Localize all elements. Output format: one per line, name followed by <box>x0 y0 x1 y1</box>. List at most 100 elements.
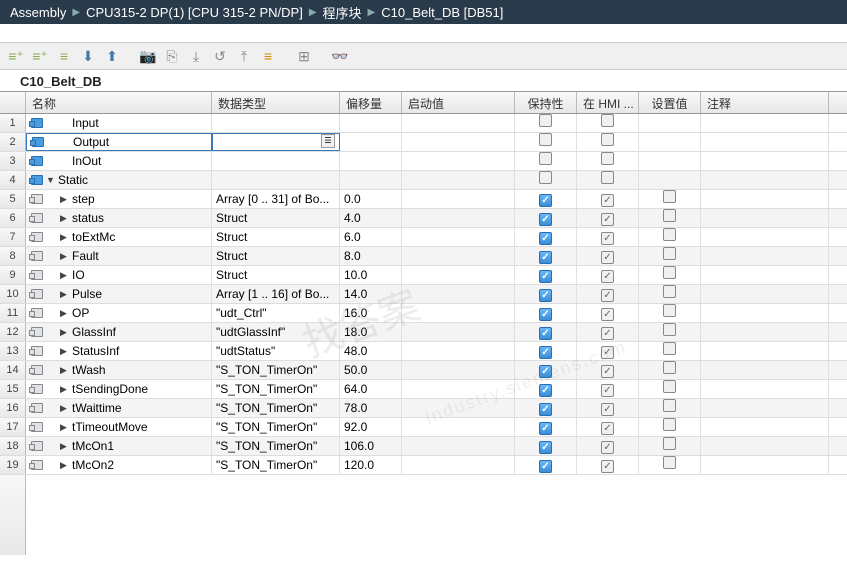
row-number[interactable]: 17 <box>0 418 26 436</box>
breadcrumb-item[interactable]: 程序块 <box>323 3 362 22</box>
row-number[interactable]: 7 <box>0 228 26 246</box>
cell-type[interactable]: "udtStatus" <box>212 342 340 360</box>
cell-comment[interactable] <box>701 133 829 151</box>
row-number[interactable]: 10 <box>0 285 26 303</box>
checkbox[interactable] <box>601 270 614 283</box>
cell-start[interactable] <box>402 323 515 341</box>
cell-retain[interactable] <box>515 247 577 265</box>
cell-hmi[interactable] <box>577 285 639 303</box>
init-start-icon[interactable]: ⤒ <box>234 46 254 66</box>
dropdown-icon[interactable]: ☰ <box>321 134 335 148</box>
checkbox[interactable] <box>539 346 552 359</box>
cell-retain[interactable] <box>515 152 577 170</box>
cell-offset[interactable]: 120.0 <box>340 456 402 474</box>
cell-offset[interactable] <box>340 171 402 189</box>
cell-start[interactable] <box>402 380 515 398</box>
cell-start[interactable] <box>402 266 515 284</box>
cell-type[interactable]: Struct <box>212 266 340 284</box>
cell-type[interactable]: "S_TON_TimerOn" <box>212 399 340 417</box>
add-row-icon[interactable]: ≡ <box>54 46 74 66</box>
expand-icon[interactable]: ▶ <box>60 380 70 398</box>
cell-name[interactable]: ▶tMcOn1 <box>26 437 212 455</box>
cell-offset[interactable]: 18.0 <box>340 323 402 341</box>
cell-name[interactable]: ▶status <box>26 209 212 227</box>
cell-setval[interactable] <box>639 323 701 341</box>
table-row[interactable]: 18▶tMcOn1"S_TON_TimerOn"106.0 <box>0 437 847 456</box>
cell-name[interactable]: ▶tSendingDone <box>26 380 212 398</box>
cell-type[interactable]: "S_TON_TimerOn" <box>212 437 340 455</box>
cell-comment[interactable] <box>701 266 829 284</box>
row-number[interactable]: 5 <box>0 190 26 208</box>
col-setval[interactable]: 设置值 <box>639 92 701 113</box>
cell-comment[interactable] <box>701 342 829 360</box>
col-start[interactable]: 启动值 <box>402 92 515 113</box>
cell-comment[interactable] <box>701 456 829 474</box>
cell-name[interactable]: ▶toExtMc <box>26 228 212 246</box>
breadcrumb-item[interactable]: Assembly <box>10 5 66 20</box>
col-name[interactable]: 名称 <box>26 92 212 113</box>
cell-comment[interactable] <box>701 361 829 379</box>
expand-icon[interactable]: ▶ <box>60 418 70 436</box>
cell-retain[interactable] <box>515 437 577 455</box>
cell-retain[interactable] <box>515 323 577 341</box>
row-number[interactable]: 1 <box>0 114 26 132</box>
cell-name[interactable]: ▶tMcOn2 <box>26 456 212 474</box>
cell-type[interactable] <box>212 114 340 132</box>
cell-name[interactable]: ▶GlassInf <box>26 323 212 341</box>
cell-setval[interactable] <box>639 304 701 322</box>
checkbox[interactable] <box>601 133 614 146</box>
cell-retain[interactable] <box>515 266 577 284</box>
cell-retain[interactable] <box>515 228 577 246</box>
cell-start[interactable] <box>402 133 515 151</box>
cell-setval[interactable] <box>639 133 701 151</box>
checkbox[interactable] <box>539 270 552 283</box>
col-hmi[interactable]: 在 HMI ... <box>577 92 639 113</box>
cell-type[interactable]: "S_TON_TimerOn" <box>212 361 340 379</box>
cell-setval[interactable] <box>639 342 701 360</box>
cell-setval[interactable] <box>639 456 701 474</box>
cell-start[interactable] <box>402 361 515 379</box>
checkbox[interactable] <box>539 289 552 302</box>
checkbox[interactable] <box>601 384 614 397</box>
cell-hmi[interactable] <box>577 323 639 341</box>
cell-comment[interactable] <box>701 171 829 189</box>
checkbox[interactable] <box>601 194 614 207</box>
row-number[interactable]: 6 <box>0 209 26 227</box>
checkbox[interactable] <box>663 266 676 279</box>
structure-icon[interactable]: ≡ <box>258 46 278 66</box>
cell-name[interactable]: Input <box>26 114 212 132</box>
cell-type[interactable] <box>212 152 340 170</box>
table-row[interactable]: 7▶toExtMcStruct6.0 <box>0 228 847 247</box>
cell-hmi[interactable] <box>577 399 639 417</box>
col-comment[interactable]: 注释 <box>701 92 829 113</box>
cell-name[interactable]: ▼Static <box>26 171 212 189</box>
cell-type[interactable]: "udt_Ctrl" <box>212 304 340 322</box>
cell-retain[interactable] <box>515 133 577 151</box>
checkbox[interactable] <box>601 441 614 454</box>
cell-retain[interactable] <box>515 304 577 322</box>
cell-start[interactable] <box>402 304 515 322</box>
checkbox[interactable] <box>601 403 614 416</box>
cell-hmi[interactable] <box>577 266 639 284</box>
checkbox[interactable] <box>663 228 676 241</box>
cell-offset[interactable]: 50.0 <box>340 361 402 379</box>
table-row[interactable]: 2Output☰ <box>0 133 847 152</box>
cell-type[interactable]: Struct <box>212 228 340 246</box>
reset-icon[interactable]: ↺ <box>210 46 230 66</box>
table-row[interactable]: 3InOut <box>0 152 847 171</box>
table-row[interactable]: 16▶tWaittime"S_TON_TimerOn"78.0 <box>0 399 847 418</box>
expand-icon[interactable]: ▶ <box>60 304 70 322</box>
copy-snapshot-icon[interactable]: ⎘ <box>162 46 182 66</box>
expand-icon[interactable]: ▶ <box>60 456 70 474</box>
cell-start[interactable] <box>402 418 515 436</box>
expand-icon[interactable]: ▶ <box>60 285 70 303</box>
checkbox[interactable] <box>663 247 676 260</box>
checkbox[interactable] <box>601 213 614 226</box>
table-row[interactable]: 1Input <box>0 114 847 133</box>
checkbox[interactable] <box>539 152 552 165</box>
checkbox[interactable] <box>663 361 676 374</box>
cell-start[interactable] <box>402 209 515 227</box>
breadcrumb-item[interactable]: CPU315-2 DP(1) [CPU 315-2 PN/DP] <box>86 5 303 20</box>
checkbox[interactable] <box>663 285 676 298</box>
expand-icon[interactable]: ▶ <box>60 209 70 227</box>
